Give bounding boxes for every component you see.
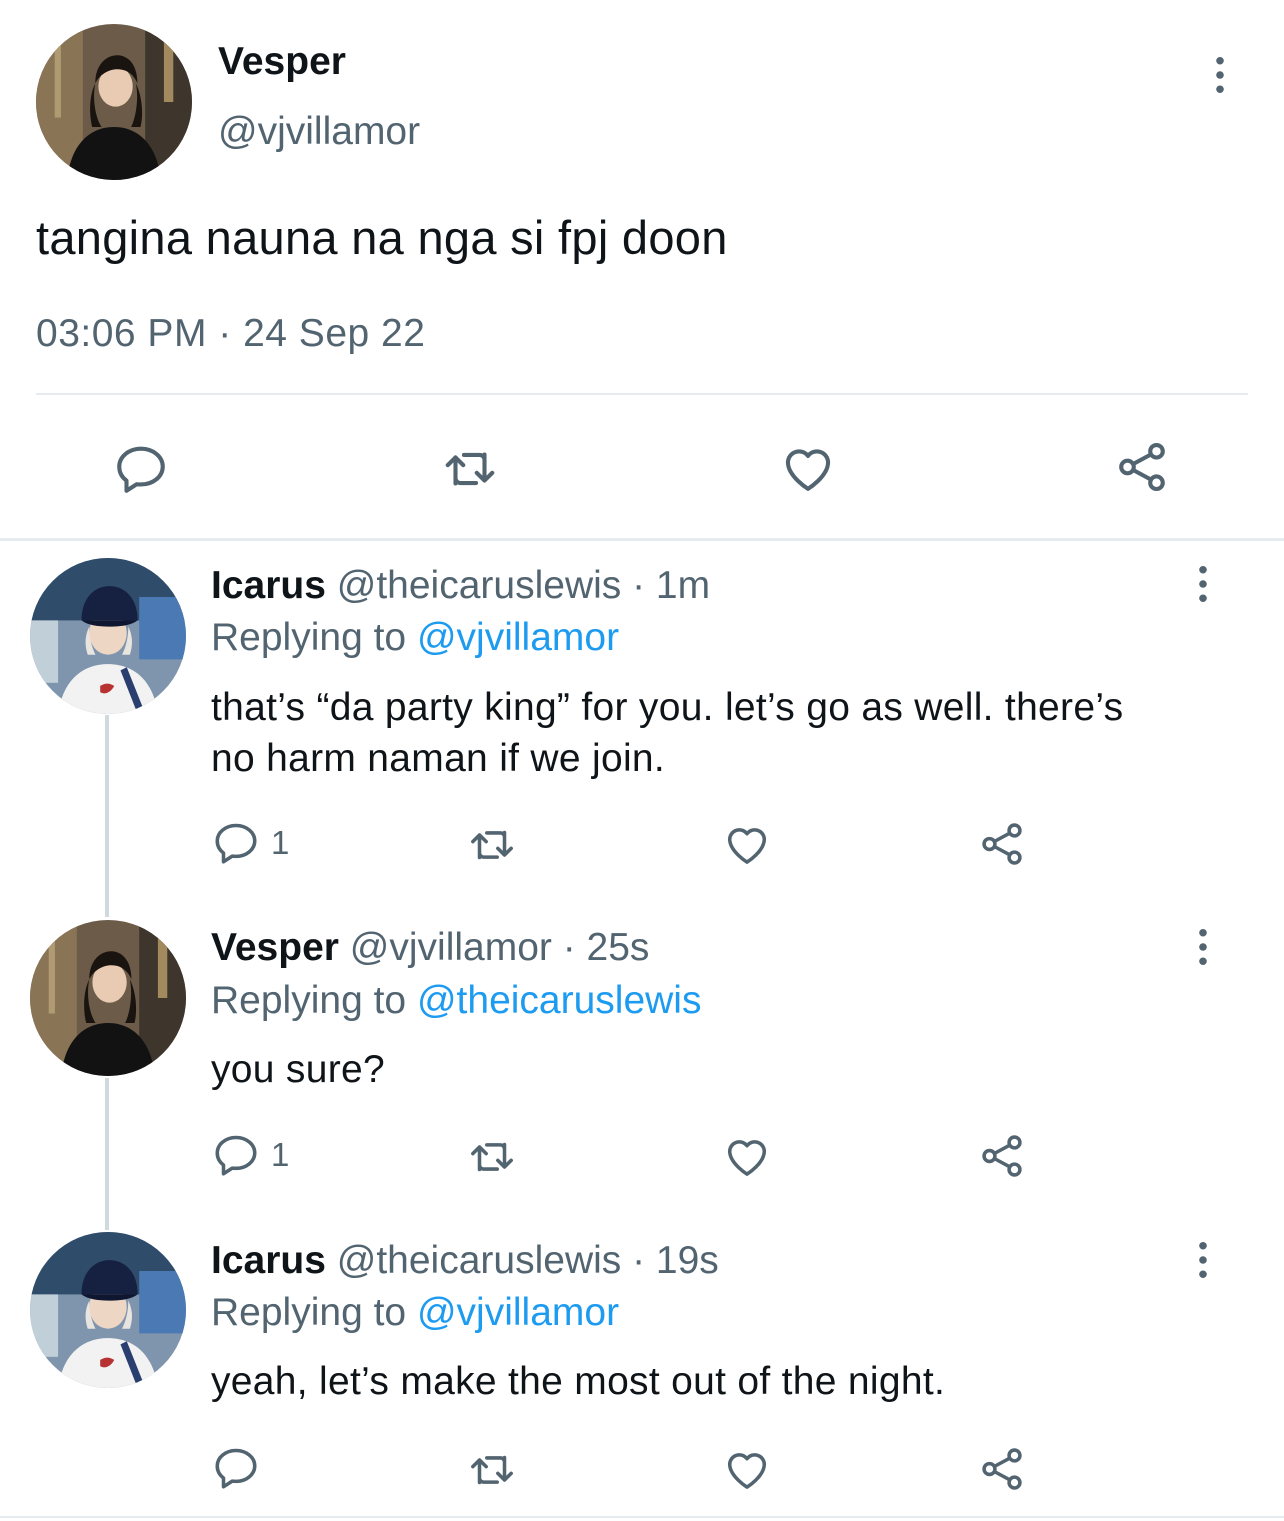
reply-2-reply-count: 1: [271, 1136, 290, 1173]
reply-icon: [211, 1130, 261, 1180]
reply-2-header: Vesper @vjvillamor · 25s: [211, 926, 649, 970]
section-divider: [0, 538, 1284, 541]
retweet-icon: [441, 440, 499, 498]
like-icon: [722, 1445, 772, 1495]
reply-1-more-options-icon[interactable]: [1197, 565, 1209, 603]
reply-icon: [211, 818, 261, 868]
thread-line-2: [105, 1078, 109, 1230]
reply-3-author-name[interactable]: Icarus: [211, 1239, 326, 1282]
reply-3-reply-button[interactable]: [211, 1443, 271, 1493]
reply-2-share-button[interactable]: [977, 1131, 1027, 1181]
reply-1-meta: @theicaruslewis · 1m: [336, 564, 711, 607]
reply-icon: [211, 1443, 261, 1493]
reply-2-avatar[interactable]: [30, 920, 186, 1076]
reply-3-replying-to: Replying to @vjvillamor: [211, 1291, 619, 1335]
main-share-button[interactable]: [1113, 438, 1171, 496]
retweet-icon: [467, 820, 517, 870]
reply-2-text: you sure?: [211, 1048, 385, 1091]
reply-2-more-options-icon[interactable]: [1197, 928, 1209, 966]
share-icon: [977, 1131, 1027, 1181]
share-icon: [1113, 438, 1171, 496]
reply-1-like-button[interactable]: [722, 820, 772, 870]
reply-3-text: yeah, let’s make the most out of the nig…: [211, 1360, 946, 1403]
reply-2-author-name[interactable]: Vesper: [211, 926, 339, 969]
like-icon: [722, 1132, 772, 1182]
retweet-icon: [467, 1132, 517, 1182]
reply-1-reply-button[interactable]: 1: [211, 818, 289, 868]
reply-2-retweet-button[interactable]: [467, 1132, 517, 1182]
share-icon: [977, 1444, 1027, 1494]
reply-3-mention-link[interactable]: @vjvillamor: [417, 1291, 619, 1334]
reply-1-reply-count: 1: [271, 824, 290, 861]
share-icon: [977, 819, 1027, 869]
reply-1-replying-to: Replying to @vjvillamor: [211, 616, 619, 660]
main-tweet-text: tangina nauna na nga si fpj doon: [36, 211, 728, 264]
thread-line-1: [105, 715, 109, 917]
reply-2-reply-button[interactable]: 1: [211, 1130, 289, 1180]
reply-3-header: Icarus @theicaruslewis · 19s: [211, 1239, 719, 1283]
main-author-handle[interactable]: @vjvillamor: [218, 110, 420, 154]
like-icon: [779, 440, 837, 498]
reply-1-header: Icarus @theicaruslewis · 1m: [211, 564, 710, 608]
reply-icon: [112, 440, 170, 498]
reply-1-author-name[interactable]: Icarus: [211, 564, 326, 607]
main-more-options-icon[interactable]: [1214, 56, 1226, 94]
reply-3-share-button[interactable]: [977, 1444, 1027, 1494]
reply-1-retweet-button[interactable]: [467, 820, 517, 870]
reply-2-mention-link[interactable]: @theicaruslewis: [417, 979, 702, 1022]
reply-1-mention-link[interactable]: @vjvillamor: [417, 616, 619, 659]
like-icon: [722, 820, 772, 870]
replying-to-label: Replying to: [211, 616, 417, 659]
reply-3-more-options-icon[interactable]: [1197, 1241, 1209, 1279]
replying-to-label: Replying to: [211, 979, 417, 1022]
main-author-name[interactable]: Vesper: [218, 40, 346, 84]
reply-2-like-button[interactable]: [722, 1132, 772, 1182]
replying-to-label: Replying to: [211, 1291, 417, 1334]
reply-2-meta: @vjvillamor · 25s: [349, 926, 650, 969]
reply-3-avatar[interactable]: [30, 1232, 186, 1388]
reply-1-text: that’s “da party king” for you. let’s go…: [211, 686, 1124, 780]
main-tweet-timestamp[interactable]: 03:06 PM · 24 Sep 22: [36, 312, 425, 356]
main-tweet-divider: [36, 393, 1248, 395]
reply-3-retweet-button[interactable]: [467, 1445, 517, 1495]
main-reply-button[interactable]: [112, 440, 170, 498]
main-author-avatar[interactable]: [36, 24, 192, 180]
retweet-icon: [467, 1445, 517, 1495]
reply-2-replying-to: Replying to @theicaruslewis: [211, 979, 701, 1023]
reply-3-meta: @theicaruslewis · 19s: [336, 1239, 719, 1282]
reply-1-share-button[interactable]: [977, 819, 1027, 869]
reply-1-avatar[interactable]: [30, 558, 186, 714]
reply-3-like-button[interactable]: [722, 1445, 772, 1495]
main-retweet-button[interactable]: [441, 440, 499, 498]
main-like-button[interactable]: [779, 440, 837, 498]
bottom-divider: [0, 1516, 1284, 1518]
